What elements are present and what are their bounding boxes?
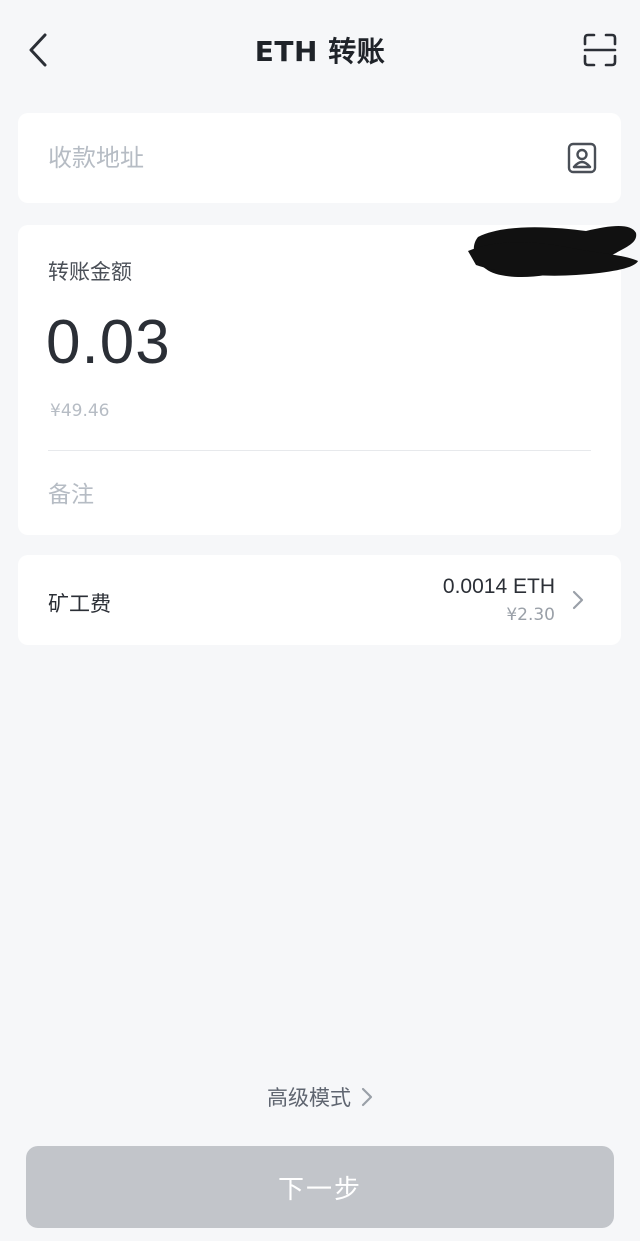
- memo-input[interactable]: [48, 475, 588, 515]
- address-card: [18, 113, 621, 203]
- advanced-mode-label: 高级模式: [267, 1086, 351, 1110]
- miner-fee-fiat: ¥2.30: [506, 605, 555, 625]
- recipient-address-input[interactable]: [48, 138, 548, 178]
- address-book-button[interactable]: [561, 137, 603, 179]
- amount-card: 转账金额 0.03 ¥49.46: [18, 225, 638, 535]
- next-step-button[interactable]: 下一步: [26, 1146, 614, 1228]
- miner-fee-row[interactable]: 矿工费 0.0014 ETH ¥2.30: [18, 555, 621, 645]
- amount-label: 转账金额: [48, 260, 132, 284]
- chevron-right-icon: [572, 590, 584, 610]
- scan-icon: [583, 33, 617, 67]
- miner-fee-amount: 0.0014 ETH: [442, 575, 555, 598]
- chevron-right-icon: [361, 1087, 373, 1107]
- advanced-mode-link[interactable]: 高级模式: [0, 1082, 640, 1112]
- miner-fee-label: 矿工费: [48, 592, 111, 616]
- page-title: ETH 转账: [254, 35, 386, 68]
- amount-fiat-value: ¥49.46: [50, 401, 110, 421]
- top-bar: ETH 转账: [0, 0, 640, 100]
- divider: [48, 450, 591, 451]
- address-book-icon: [567, 142, 597, 174]
- amount-value[interactable]: 0.03: [46, 307, 171, 378]
- miner-fee-card: 矿工费 0.0014 ETH ¥2.30: [18, 555, 621, 645]
- redaction-scribble: [468, 226, 638, 277]
- scan-button[interactable]: [578, 28, 622, 72]
